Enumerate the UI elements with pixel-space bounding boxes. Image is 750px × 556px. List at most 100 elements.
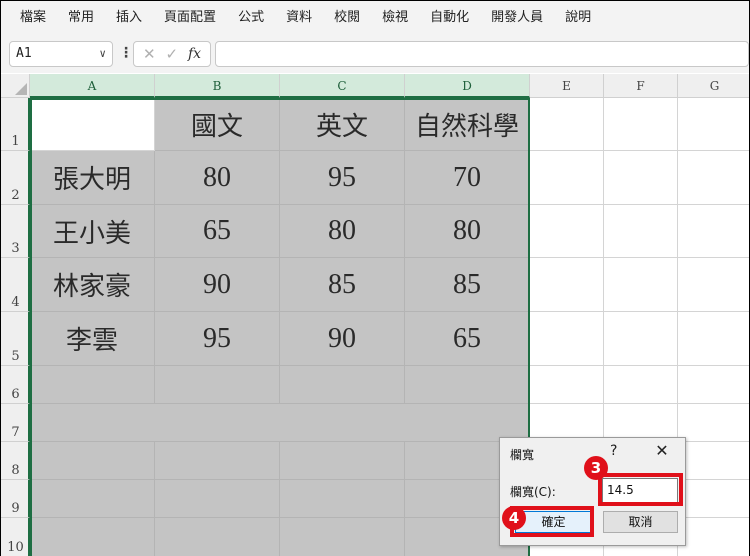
column-header-e[interactable]: E: [530, 74, 604, 98]
column-header-b[interactable]: B: [155, 74, 280, 98]
cell-e1[interactable]: [530, 98, 604, 151]
cell-d5[interactable]: 65: [405, 312, 530, 366]
row-header-9[interactable]: 9: [1, 480, 30, 518]
formula-input[interactable]: [215, 41, 749, 67]
cell-g3[interactable]: [678, 205, 749, 258]
cell-f1[interactable]: [604, 98, 678, 151]
cell-c8[interactable]: [280, 442, 405, 480]
cell-g8[interactable]: [678, 442, 749, 480]
column-width-label: 欄寬(C):: [510, 485, 556, 499]
menu-automate[interactable]: 自動化: [419, 1, 480, 35]
row-header-5[interactable]: 5: [1, 312, 30, 366]
menu-insert[interactable]: 插入: [105, 1, 153, 35]
select-all-button[interactable]: [1, 74, 30, 98]
cell-b1[interactable]: 國文: [155, 98, 280, 151]
cancel-icon[interactable]: ✕: [143, 45, 156, 63]
cell-c1[interactable]: 英文: [280, 98, 405, 151]
cell-c10[interactable]: [280, 518, 405, 556]
menu-data[interactable]: 資料: [275, 1, 323, 35]
cell-d6[interactable]: [405, 366, 530, 404]
cell-b9[interactable]: [155, 480, 280, 518]
cell-d2[interactable]: 70: [405, 151, 530, 205]
cell-g6[interactable]: [678, 366, 749, 404]
cell-a3[interactable]: 王小美: [30, 205, 155, 258]
menu-file[interactable]: 檔案: [9, 1, 57, 35]
cell-a2[interactable]: 張大明: [30, 151, 155, 205]
cell-e2[interactable]: [530, 151, 604, 205]
cell-a4[interactable]: 林家豪: [30, 258, 155, 312]
row-header-6[interactable]: 6: [1, 366, 30, 404]
cell-a6[interactable]: [30, 366, 155, 404]
cell-a9[interactable]: [30, 480, 155, 518]
cell-c9[interactable]: [280, 480, 405, 518]
cell-g1[interactable]: [678, 98, 749, 151]
column-header-d[interactable]: D: [405, 74, 530, 98]
cell-a10[interactable]: [30, 518, 155, 556]
menu-view[interactable]: 檢視: [371, 1, 419, 35]
row-header-7[interactable]: 7: [1, 404, 30, 442]
cell-c2[interactable]: 95: [280, 151, 405, 205]
cancel-button[interactable]: 取消: [603, 511, 678, 533]
cell-d4[interactable]: 85: [405, 258, 530, 312]
help-icon[interactable]: ?: [610, 443, 617, 459]
cell-g4[interactable]: [678, 258, 749, 312]
cell-b8[interactable]: [155, 442, 280, 480]
ok-button[interactable]: 確定: [515, 511, 592, 533]
row-header-2[interactable]: 2: [1, 151, 30, 205]
cell-a8[interactable]: [30, 442, 155, 480]
menu-formulas[interactable]: 公式: [227, 1, 275, 35]
step-badge-4: 4: [502, 506, 526, 530]
cell-g5[interactable]: [678, 312, 749, 366]
cell-e3[interactable]: [530, 205, 604, 258]
cell-e4[interactable]: [530, 258, 604, 312]
column-header-a[interactable]: A: [30, 74, 155, 98]
close-icon[interactable]: ✕: [652, 442, 672, 460]
cell-g10[interactable]: [678, 518, 749, 556]
cell-d1[interactable]: 自然科學: [405, 98, 530, 151]
cell-g7[interactable]: [678, 404, 749, 442]
column-header-f[interactable]: F: [604, 74, 678, 98]
cell-d3[interactable]: 80: [405, 205, 530, 258]
cell-f4[interactable]: [604, 258, 678, 312]
cell-b2[interactable]: 80: [155, 151, 280, 205]
cell-b3[interactable]: 65: [155, 205, 280, 258]
cell-a5[interactable]: 李雲: [30, 312, 155, 366]
cell-f3[interactable]: [604, 205, 678, 258]
column-width-input[interactable]: 14.5: [602, 478, 678, 503]
cell-b6[interactable]: [155, 366, 280, 404]
check-icon[interactable]: ✓: [165, 45, 178, 63]
row-header-4[interactable]: 4: [1, 258, 30, 312]
row-header-3[interactable]: 3: [1, 205, 30, 258]
column-header-g[interactable]: G: [678, 74, 749, 98]
cell-e6[interactable]: [530, 366, 604, 404]
cell-c4[interactable]: 85: [280, 258, 405, 312]
menu-review[interactable]: 校閱: [323, 1, 371, 35]
formula-bar: A1 ∨ ⋮ ✕ ✓ fx: [1, 35, 749, 73]
cell-e5[interactable]: [530, 312, 604, 366]
menu-page-layout[interactable]: 頁面配置: [153, 1, 227, 35]
cell-g2[interactable]: [678, 151, 749, 205]
column-header-c[interactable]: C: [280, 74, 405, 98]
cell-f5[interactable]: [604, 312, 678, 366]
cell-b4[interactable]: 90: [155, 258, 280, 312]
cell-c3[interactable]: 80: [280, 205, 405, 258]
menu-help[interactable]: 說明: [554, 1, 602, 35]
cell-c5[interactable]: 90: [280, 312, 405, 366]
row-7-selected-cells[interactable]: [30, 404, 530, 442]
cell-a1[interactable]: [30, 98, 155, 151]
row-header-8[interactable]: 8: [1, 442, 30, 480]
cell-f6[interactable]: [604, 366, 678, 404]
row-header-1[interactable]: 1: [1, 98, 30, 151]
cell-c6[interactable]: [280, 366, 405, 404]
row-header-10[interactable]: 10: [1, 518, 30, 556]
insert-function-icon[interactable]: fx: [188, 46, 201, 62]
menu-home[interactable]: 常用: [57, 1, 105, 35]
name-box[interactable]: A1 ∨: [9, 41, 113, 67]
chevron-down-icon[interactable]: ∨: [99, 42, 106, 66]
cell-g9[interactable]: [678, 480, 749, 518]
cell-f2[interactable]: [604, 151, 678, 205]
cell-b10[interactable]: [155, 518, 280, 556]
more-options-icon[interactable]: ⋮: [119, 45, 133, 61]
menu-developer[interactable]: 開發人員: [480, 1, 554, 35]
cell-b5[interactable]: 95: [155, 312, 280, 366]
